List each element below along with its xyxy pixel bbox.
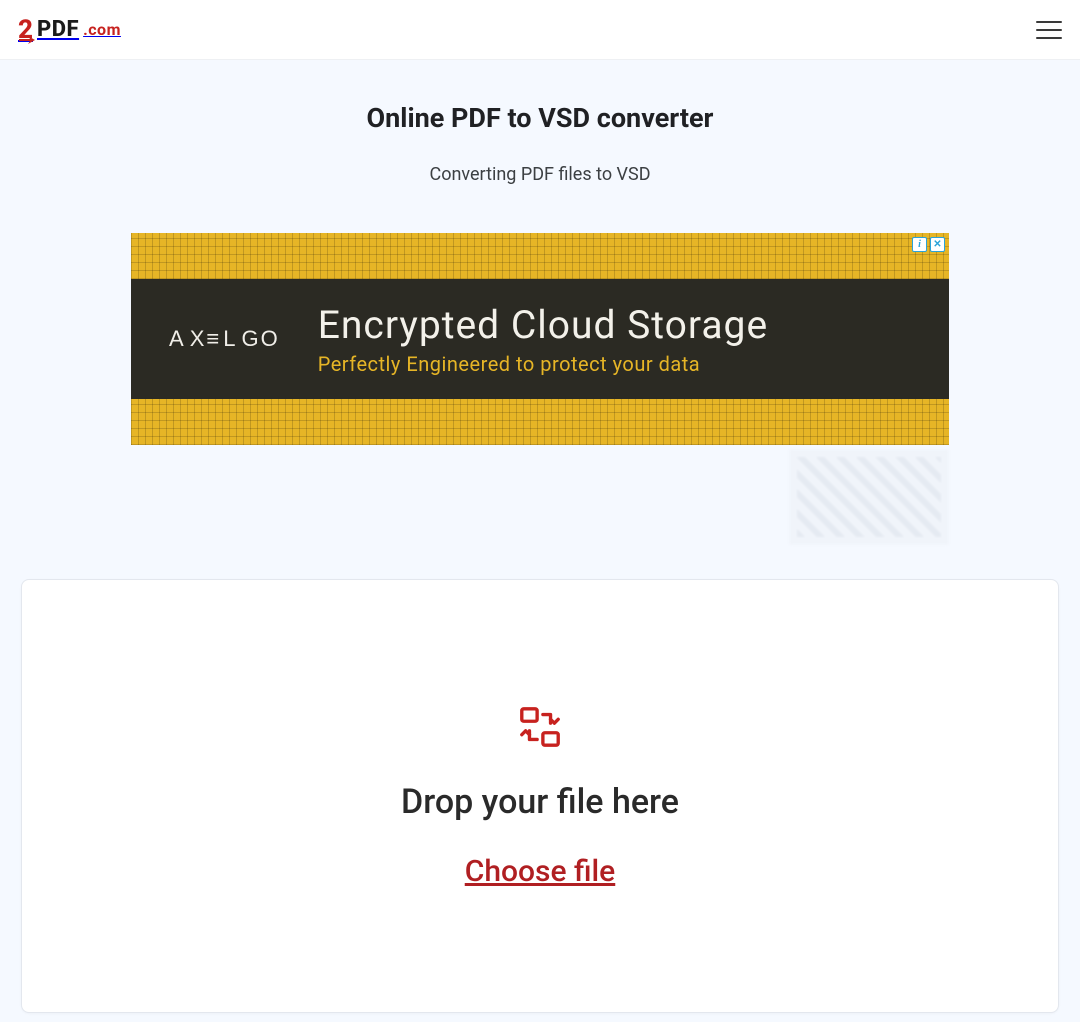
convert-icon xyxy=(517,704,563,750)
logo[interactable]: 2 PDF .com xyxy=(18,17,121,43)
ad-close-icon[interactable]: ✕ xyxy=(930,237,945,252)
hamburger-line xyxy=(1036,21,1062,23)
logo-arrow-icon xyxy=(18,35,36,45)
hamburger-line xyxy=(1036,37,1062,39)
page-body: Online PDF to VSD converter Converting P… xyxy=(0,60,1080,1022)
adchoices-info-icon[interactable]: i xyxy=(912,237,927,252)
menu-button[interactable] xyxy=(1036,21,1062,39)
logo-com-text: .com xyxy=(83,20,121,39)
choose-file-link[interactable]: Choose file xyxy=(465,854,616,889)
ad-text-block: Encrypted Cloud Storage Perfectly Engine… xyxy=(318,302,768,376)
ad-center: AX≡LGO Encrypted Cloud Storage Perfectly… xyxy=(131,279,949,399)
ad-banner[interactable]: AX≡LGO Encrypted Cloud Storage Perfectly… xyxy=(131,233,949,445)
logo-pdf-text: PDF xyxy=(37,17,79,42)
hamburger-line xyxy=(1036,29,1062,31)
dropzone-card[interactable]: Drop your file here Choose file xyxy=(21,579,1059,1013)
drop-title: Drop your file here xyxy=(401,782,679,822)
ad-brand: AX≡LGO xyxy=(169,326,282,352)
adchoices-controls: i ✕ xyxy=(912,237,945,252)
ad-pattern-bottom xyxy=(131,399,949,445)
ad-pattern-top xyxy=(131,233,949,279)
ad-ghost-placeholder xyxy=(789,449,949,545)
title-block: Online PDF to VSD converter Converting P… xyxy=(0,60,1080,185)
ad-subheadline: Perfectly Engineered to protect your dat… xyxy=(318,352,768,376)
header: 2 PDF .com xyxy=(0,0,1080,60)
logo-2-glyph: 2 xyxy=(18,17,33,43)
page-subtitle: Converting PDF files to VSD xyxy=(0,164,1080,185)
ad-container: AX≡LGO Encrypted Cloud Storage Perfectly… xyxy=(131,233,949,545)
page-title: Online PDF to VSD converter xyxy=(0,102,1080,134)
ad-headline: Encrypted Cloud Storage xyxy=(318,302,768,348)
